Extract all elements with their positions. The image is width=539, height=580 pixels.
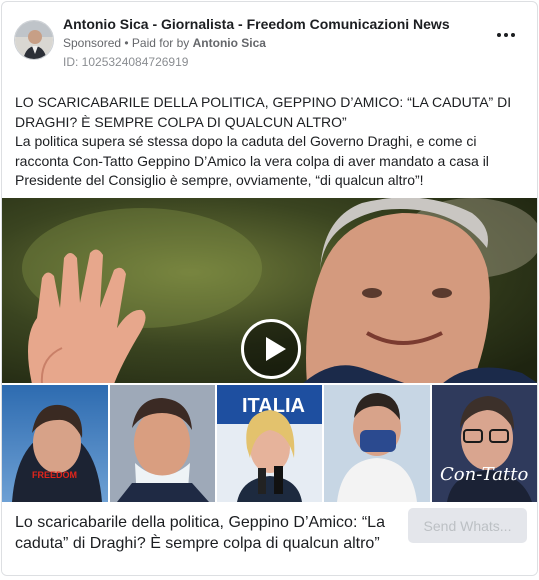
post-text: LO SCARICABARILE DELLA POLITICA, GEPPINO… [15, 93, 527, 191]
video-thumbnail[interactable]: ITALIA [2, 198, 537, 502]
send-whatsapp-button[interactable]: Send Whats... [408, 508, 527, 543]
play-icon[interactable] [241, 319, 301, 379]
headline-line-2: DRAGHI? È SEMPRE COLPA DI QUALCUN ALTRO” [15, 113, 347, 130]
more-options-icon[interactable] [495, 28, 517, 42]
paid-for-by[interactable]: Antonio Sica [193, 36, 266, 50]
paid-for-prefix: • Paid for by [121, 36, 193, 50]
body-line-1: La politica supera sé stessa dopo la cad… [15, 133, 477, 149]
link-footer: Lo scaricabarile della politica, Geppino… [2, 502, 537, 575]
sponsored-line: Sponsored • Paid for by Antonio Sica [63, 36, 266, 50]
ad-id: ID: 1025324084726919 [63, 55, 189, 69]
ad-card: Antonio Sica - Giornalista - Freedom Com… [1, 1, 538, 576]
body-line-2: racconta Con-Tatto Geppino D’Amico la ve… [15, 152, 489, 169]
link-title[interactable]: Lo scaricabarile della politica, Geppino… [15, 512, 390, 554]
freedom-watermark: FREEDOM [32, 470, 77, 480]
post-header: Antonio Sica - Giornalista - Freedom Com… [2, 2, 537, 82]
headline-line-1: LO SCARICABARILE DELLA POLITICA, GEPPINO… [15, 94, 512, 110]
body-line-3: Presidente del Consiglio è sempre, ovvia… [15, 172, 424, 188]
page-name[interactable]: Antonio Sica - Giornalista - Freedom Com… [63, 16, 450, 32]
page-avatar[interactable] [14, 20, 54, 60]
contatto-watermark: Con-Tatto [440, 464, 529, 485]
sponsored-label: Sponsored [63, 36, 122, 50]
